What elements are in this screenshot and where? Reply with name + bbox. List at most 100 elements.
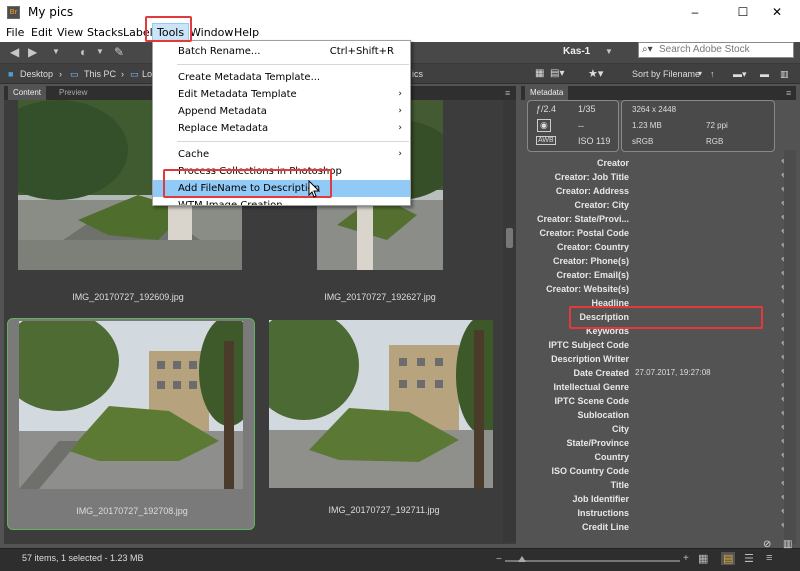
search-input[interactable]: ⌕▾ Search Adobe Stock xyxy=(638,42,794,58)
metadata-row[interactable]: Description Writer✎ xyxy=(527,352,795,366)
metadata-row[interactable]: IPTC Subject Code✎ xyxy=(527,338,795,352)
menu-edit[interactable]: Edit xyxy=(31,24,52,42)
chevron-down-icon[interactable]: ▼ xyxy=(52,42,60,62)
path-pics[interactable]: ics xyxy=(412,64,423,84)
bridge-app-icon xyxy=(7,5,20,19)
metadata-row[interactable]: Creator: Address✎ xyxy=(527,184,795,198)
open-recent-icon[interactable]: ▬▾ xyxy=(733,64,747,84)
path-this-pc[interactable]: This PC xyxy=(84,64,116,84)
sort-order-icon[interactable]: ↑ xyxy=(710,64,715,84)
menu-item[interactable]: Replace Metadata › xyxy=(153,120,410,137)
metadata-label: Intellectual Genre xyxy=(553,382,629,392)
pc-icon: ▭ xyxy=(70,69,79,79)
thumbnail-caption: IMG_20170727_192708.jpg xyxy=(76,506,188,516)
metadata-row[interactable]: Creator: Website(s)✎ xyxy=(527,282,795,296)
sort-dropdown[interactable]: Sort by Filename xyxy=(632,64,700,84)
thumbnail-image xyxy=(19,321,243,489)
slider-thumb[interactable] xyxy=(518,556,526,562)
menu-view[interactable]: View xyxy=(57,24,83,42)
delete-icon[interactable]: ▥ xyxy=(780,64,789,84)
forward-arrow-icon[interactable]: ▶ xyxy=(28,42,37,62)
metadata-label: City xyxy=(611,424,629,434)
tab-preview[interactable]: Preview xyxy=(54,86,92,100)
metadata-row[interactable]: Creator: Email(s)✎ xyxy=(527,268,795,282)
detail-view-icon[interactable]: ▤▾ xyxy=(550,64,564,84)
metadata-row[interactable]: Creator: Country✎ xyxy=(527,240,795,254)
metadata-row[interactable]: Sublocation✎ xyxy=(527,408,795,422)
metadata-row[interactable]: Creator: Job Title✎ xyxy=(527,170,795,184)
path-desktop[interactable]: Desktop xyxy=(20,64,53,84)
menu-stacks[interactable]: Stacks xyxy=(87,24,123,42)
grid-lock-icon[interactable]: ▦ xyxy=(698,552,708,565)
metadata-row[interactable]: Country✎ xyxy=(527,450,795,464)
metadata-row[interactable]: Creator✎ xyxy=(527,156,795,170)
sort-chevron-icon[interactable]: ▾ xyxy=(698,64,702,84)
close-button[interactable]: ✕ xyxy=(754,0,800,24)
panel-menu-icon[interactable]: ≡ xyxy=(781,86,796,100)
metadata-label: Creator: Email(s) xyxy=(556,270,629,280)
details-view-icon[interactable]: ☰ xyxy=(744,552,754,565)
scroll-thumb[interactable] xyxy=(506,228,513,248)
metadata-label: Creator: Address xyxy=(555,186,629,196)
metadata-label: Credit Line xyxy=(581,522,629,532)
menu-item-label: Replace Metadata xyxy=(178,123,269,134)
workspace-label[interactable]: Kas-1 xyxy=(563,42,590,62)
chevron-down-icon[interactable]: ▼ xyxy=(96,42,104,62)
tab-metadata[interactable]: Metadata xyxy=(525,86,569,100)
trash-icon[interactable]: ▥ xyxy=(783,539,792,550)
metadata-row[interactable]: City✎ xyxy=(527,422,795,436)
content-scrollbar[interactable] xyxy=(503,100,516,542)
metadata-label: Country xyxy=(594,452,630,462)
status-text: 57 items, 1 selected - 1.23 MB xyxy=(22,553,144,563)
metadata-row[interactable]: Instructions✎ xyxy=(527,506,795,520)
no-entry-icon[interactable]: ⊘ xyxy=(763,539,771,550)
zoom-out-icon[interactable]: − xyxy=(496,554,502,565)
metadata-row[interactable]: Creator: Phone(s)✎ xyxy=(527,254,795,268)
metadata-scrollbar[interactable] xyxy=(784,150,796,544)
metadata-label: Creator: City xyxy=(574,200,629,210)
grid-view-icon[interactable]: ▦ xyxy=(535,64,544,84)
dimensions-value: 3264 x 2448 xyxy=(632,105,677,114)
menu-item[interactable]: Batch Rename... Ctrl+Shift+R xyxy=(153,43,410,60)
camera-download-icon[interactable]: ✎ xyxy=(114,42,124,62)
thumbnail-size-slider[interactable] xyxy=(505,560,680,562)
menu-item[interactable]: Create Metadata Template... xyxy=(153,69,410,86)
metadata-row[interactable]: Creator: Postal Code✎ xyxy=(527,226,795,240)
thumbnail-cell-selected[interactable]: IMG_20170727_192708.jpg xyxy=(7,318,255,530)
menu-item[interactable]: WTM Image Creation xyxy=(153,197,410,205)
new-folder-icon[interactable]: ▬ xyxy=(760,64,769,84)
metadata-row[interactable]: Title✎ xyxy=(527,478,795,492)
metadata-row[interactable]: Intellectual Genre✎ xyxy=(527,380,795,394)
metadata-row[interactable]: Creator: City✎ xyxy=(527,198,795,212)
metadata-row[interactable]: IPTC Scene Code✎ xyxy=(527,394,795,408)
minimize-button[interactable]: – xyxy=(672,0,718,24)
metadata-row[interactable]: ISO Country Code✎ xyxy=(527,464,795,478)
path-local[interactable]: Lo xyxy=(142,64,152,84)
menu-item[interactable]: Edit Metadata Template › xyxy=(153,86,410,103)
menu-item-label: Create Metadata Template... xyxy=(178,72,321,83)
workspace-dropdown-icon[interactable]: ▼ xyxy=(605,42,613,62)
metadata-row[interactable]: State/Province✎ xyxy=(527,436,795,450)
metadata-label: Creator: Phone(s) xyxy=(552,256,629,266)
boomerang-icon[interactable]: ◐ xyxy=(80,42,87,62)
panel-menu-icon[interactable]: ≡ xyxy=(500,86,515,100)
metadata-label: Creator: Postal Code xyxy=(539,228,629,238)
metadata-label: Sublocation xyxy=(577,410,630,420)
menu-file[interactable]: File xyxy=(6,24,24,42)
tab-content[interactable]: Content xyxy=(8,86,47,100)
metadata-tabs: Metadata ≡ xyxy=(521,86,796,100)
thumbnail-view-icon[interactable]: ▤ xyxy=(721,552,736,565)
menu-item[interactable]: Append Metadata › xyxy=(153,103,410,120)
metadata-row[interactable]: Credit Line✎ xyxy=(527,520,795,534)
metadata-label: Creator: Website(s) xyxy=(546,284,629,294)
metadata-row[interactable]: Date Created27.07.2017, 19:27:08✎ xyxy=(527,366,795,380)
star-filter-icon[interactable]: ★▾ xyxy=(588,64,603,84)
zoom-in-icon[interactable]: + xyxy=(683,553,689,564)
metadata-row[interactable]: Job Identifier✎ xyxy=(527,492,795,506)
thumbnail-cell[interactable]: IMG_20170727_192711.jpg xyxy=(260,318,506,530)
list-view-icon[interactable]: ≡ xyxy=(766,552,772,564)
metadata-row[interactable]: Creator: State/Provi...✎ xyxy=(527,212,795,226)
back-arrow-icon[interactable]: ◀ xyxy=(10,42,19,62)
menu-item[interactable]: Cache › xyxy=(153,146,410,163)
metadata-value[interactable]: 27.07.2017, 19:27:08 xyxy=(635,366,711,380)
